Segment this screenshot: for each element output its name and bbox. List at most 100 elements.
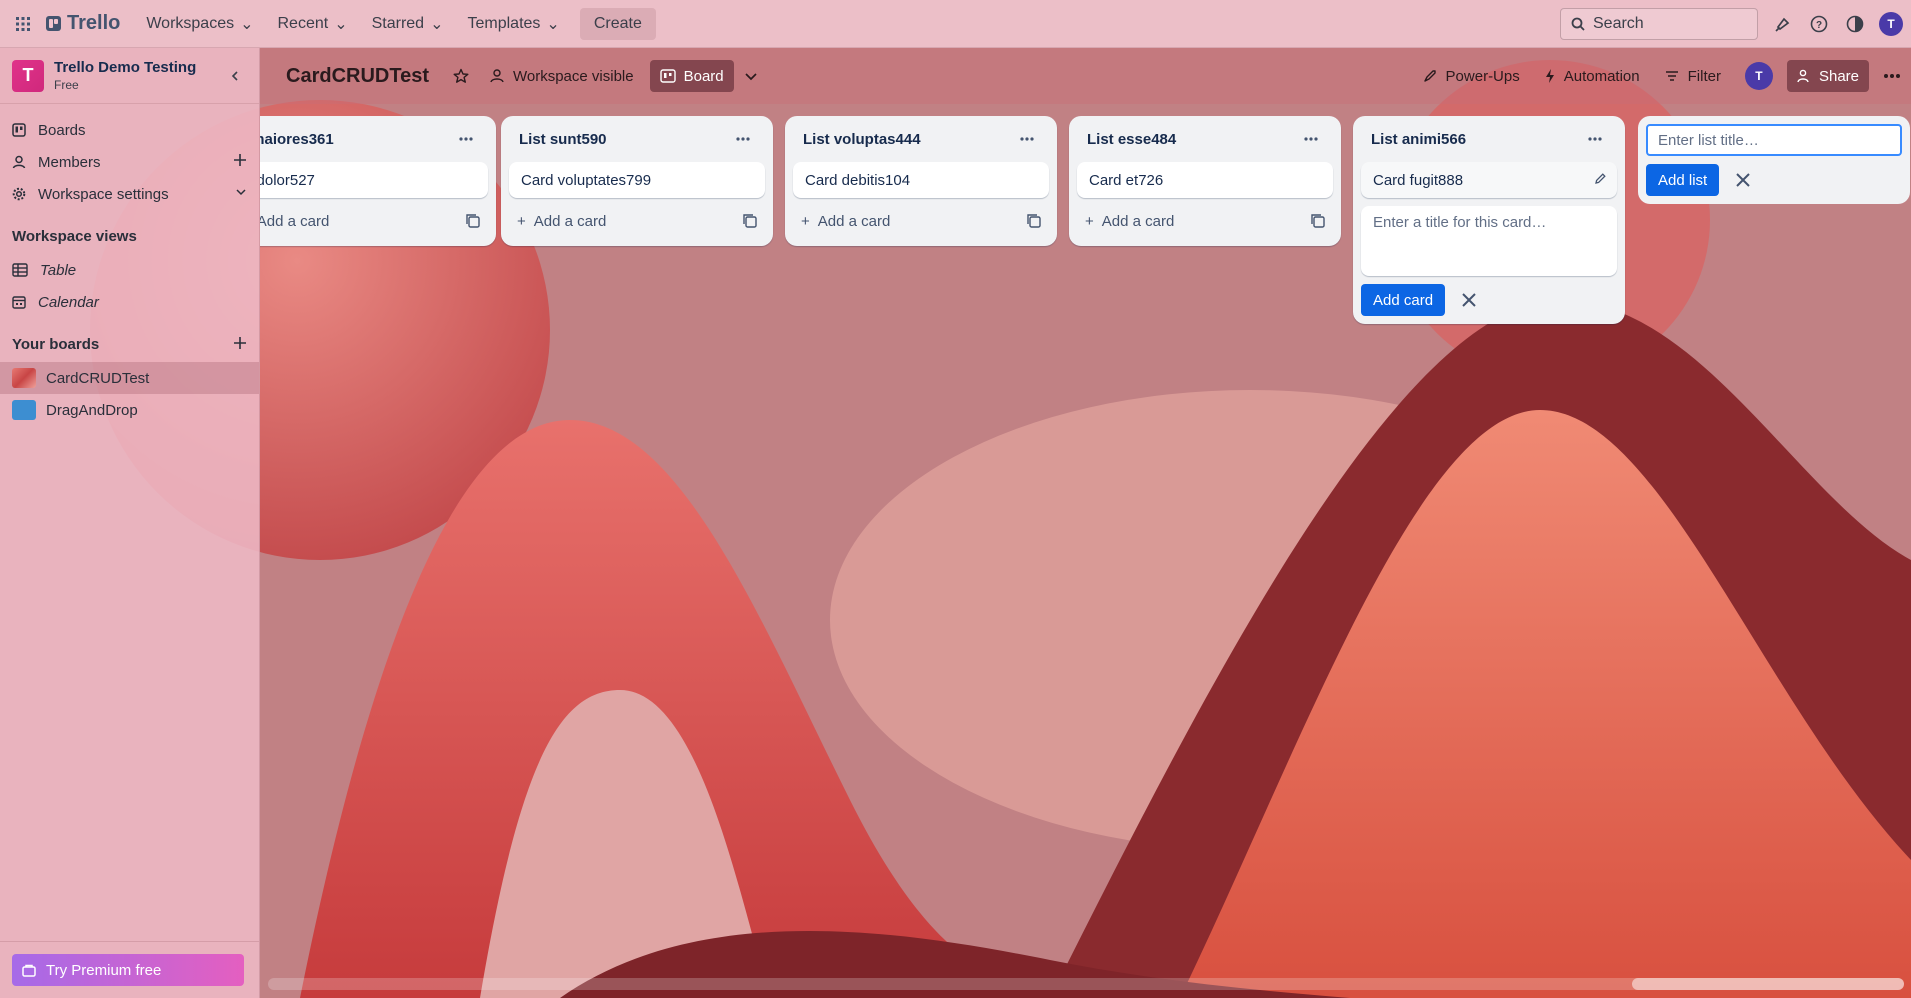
add-card-submit-button[interactable]: Add card xyxy=(1361,284,1446,316)
views-dropdown-icon[interactable] xyxy=(734,60,768,92)
list-menu-icon[interactable] xyxy=(729,126,757,152)
board-canvas: t maiores361 d dolor527 + Add a card Lis… xyxy=(260,104,1911,998)
card-template-icon[interactable] xyxy=(466,214,480,232)
table-icon xyxy=(12,263,28,277)
list-header[interactable]: List esse484 xyxy=(1077,116,1333,162)
list-title[interactable]: List animi566 xyxy=(1371,131,1466,148)
add-card-button[interactable]: + Add a card xyxy=(509,204,765,238)
workspace-plan: Free xyxy=(54,78,79,92)
add-card-button[interactable]: + Add a card xyxy=(1077,204,1333,238)
workspace-header: T Trello Demo Testing Free xyxy=(0,48,259,104)
workspaces-menu[interactable]: Workspaces ⌄ xyxy=(134,8,265,40)
chevron-down-icon[interactable] xyxy=(235,185,247,202)
sidebar-board-draganddrop[interactable]: DragAndDrop xyxy=(0,394,259,426)
sidebar-item-workspace-settings[interactable]: Workspace settings xyxy=(0,178,259,210)
list-header[interactable]: List animi566 xyxy=(1361,116,1617,162)
board-view-button[interactable]: Board xyxy=(649,60,734,92)
card-template-icon[interactable] xyxy=(743,214,757,232)
list-title[interactable]: t maiores361 xyxy=(260,131,334,148)
sidebar-board-cardcrudtest[interactable]: CardCRUDTest xyxy=(0,362,259,394)
search-placeholder: Search xyxy=(1593,15,1644,32)
edit-pencil-icon[interactable] xyxy=(1594,172,1607,189)
try-premium-button[interactable]: Try Premium free xyxy=(12,954,244,986)
add-card-button[interactable]: + Add a card xyxy=(793,204,1049,238)
search-icon xyxy=(1571,17,1585,31)
collapse-sidebar-icon[interactable] xyxy=(223,64,247,88)
sidebar: T Trello Demo Testing Free Boards Member… xyxy=(0,48,260,998)
card[interactable]: Card et726 xyxy=(1077,162,1333,198)
workspace-badge[interactable]: T xyxy=(12,59,44,92)
scrollbar-thumb[interactable] xyxy=(1632,978,1904,990)
lightning-icon xyxy=(1545,69,1554,83)
close-icon[interactable] xyxy=(1727,164,1759,196)
card-template-icon[interactable] xyxy=(1027,214,1041,232)
plus-icon: + xyxy=(517,212,526,230)
filter-button[interactable]: Filter xyxy=(1654,60,1731,92)
list-header[interactable]: List sunt590 xyxy=(509,116,765,162)
board-title[interactable]: CardCRUDTest xyxy=(286,65,429,88)
svg-text:?: ? xyxy=(1816,20,1822,31)
rocket-icon xyxy=(1423,70,1436,82)
list-title[interactable]: List sunt590 xyxy=(519,131,607,148)
chevron-down-icon: ⌄ xyxy=(430,15,444,33)
sidebar-item-boards[interactable]: Boards xyxy=(0,114,259,146)
calendar-icon xyxy=(12,296,26,309)
list-title[interactable]: List voluptas444 xyxy=(803,131,921,148)
board-menu-icon[interactable] xyxy=(1873,60,1911,92)
horizontal-scrollbar[interactable] xyxy=(268,978,1904,990)
trello-logo-icon xyxy=(46,16,61,31)
list-menu-icon[interactable] xyxy=(1013,126,1041,152)
sidebar-divider xyxy=(0,941,259,942)
star-board-icon[interactable] xyxy=(443,60,479,92)
share-button[interactable]: Share xyxy=(1786,60,1869,92)
account-avatar[interactable]: T xyxy=(1876,8,1906,40)
list-menu-icon[interactable] xyxy=(1581,126,1609,152)
list-title[interactable]: List esse484 xyxy=(1087,131,1176,148)
visibility-button[interactable]: Workspace visible xyxy=(479,60,644,92)
app-switcher-icon[interactable] xyxy=(0,0,46,48)
sidebar-item-table[interactable]: Table xyxy=(0,254,259,286)
filter-icon xyxy=(1665,71,1678,81)
premium-icon xyxy=(22,964,36,977)
chevron-down-icon: ⌄ xyxy=(334,15,348,33)
card[interactable]: d dolor527 xyxy=(260,162,488,198)
workspace-name[interactable]: Trello Demo Testing xyxy=(54,59,196,76)
card-title-input[interactable] xyxy=(1373,214,1605,268)
sidebar-item-calendar[interactable]: Calendar xyxy=(0,286,259,318)
create-button[interactable]: Create xyxy=(579,7,656,40)
card[interactable]: Card fugit888 xyxy=(1361,162,1617,198)
add-board-icon[interactable] xyxy=(233,336,247,354)
notifications-icon[interactable] xyxy=(1768,8,1798,40)
theme-toggle-icon[interactable] xyxy=(1840,8,1870,40)
people-icon xyxy=(490,69,504,83)
automation-button[interactable]: Automation xyxy=(1534,60,1650,92)
add-member-icon[interactable] xyxy=(233,153,247,171)
search-input[interactable]: Search xyxy=(1560,8,1758,40)
list: t maiores361 d dolor527 + Add a card xyxy=(260,116,496,246)
members-icon xyxy=(12,155,26,169)
close-icon[interactable] xyxy=(1453,284,1485,316)
board-thumbnail xyxy=(12,400,36,420)
list-title-input[interactable] xyxy=(1646,124,1902,156)
list: List esse484 Card et726 + Add a card xyxy=(1069,116,1341,246)
card[interactable]: Card voluptates799 xyxy=(509,162,765,198)
add-list-button[interactable]: Add list xyxy=(1646,164,1720,196)
help-icon[interactable]: ? xyxy=(1804,8,1834,40)
templates-menu[interactable]: Templates ⌄ xyxy=(455,8,571,40)
add-card-button[interactable]: + Add a card xyxy=(260,204,488,238)
chevron-down-icon: ⌄ xyxy=(240,15,254,33)
trello-logo[interactable]: Trello xyxy=(46,12,120,35)
list-header[interactable]: t maiores361 xyxy=(260,116,488,162)
gear-icon xyxy=(12,187,26,201)
recent-menu[interactable]: Recent ⌄ xyxy=(266,8,360,40)
card[interactable]: Card debitis104 xyxy=(793,162,1049,198)
list-menu-icon[interactable] xyxy=(1297,126,1325,152)
board-member-avatar[interactable]: T xyxy=(1735,60,1783,92)
power-ups-button[interactable]: Power-Ups xyxy=(1412,60,1530,92)
starred-menu[interactable]: Starred ⌄ xyxy=(360,8,456,40)
list-header[interactable]: List voluptas444 xyxy=(793,116,1049,162)
sidebar-item-members[interactable]: Members xyxy=(0,146,259,178)
board-view-icon xyxy=(659,69,676,83)
list-menu-icon[interactable] xyxy=(452,126,480,152)
card-template-icon[interactable] xyxy=(1311,214,1325,232)
